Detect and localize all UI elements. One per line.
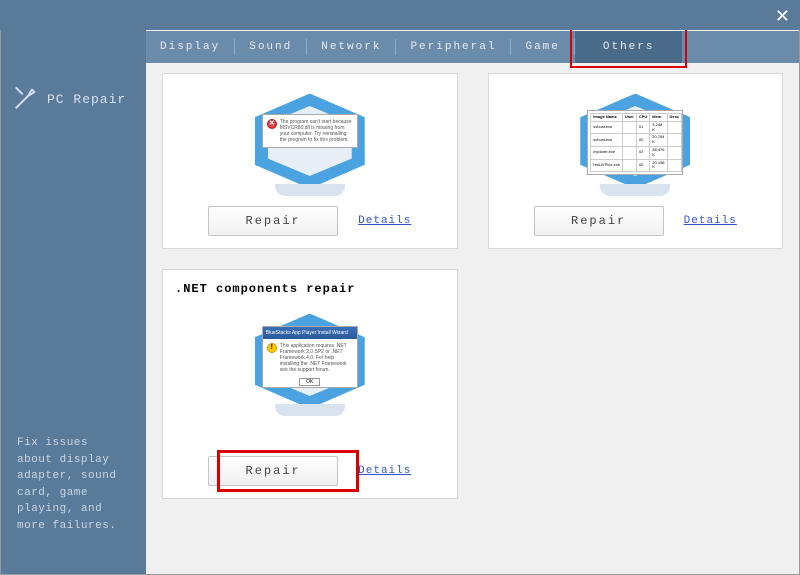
card-thumbnail: ✕ The program can't start because MSVCR8…	[235, 86, 385, 196]
tab-others[interactable]: Others	[575, 31, 683, 63]
sidebar-header: PC Repair	[11, 85, 136, 113]
card-grid: ✕ The program can't start because MSVCR8…	[146, 63, 799, 574]
repair-button[interactable]: Repair	[534, 206, 664, 236]
tab-sound[interactable]: Sound	[235, 31, 306, 63]
sidebar: PC Repair Fix issues about display adapt…	[1, 1, 146, 574]
card-thumbnail: BlueStacks App Player Install Wizard ! T…	[235, 306, 385, 416]
tab-network[interactable]: Network	[307, 31, 395, 63]
title-bar: ✕	[0, 0, 800, 30]
tab-peripheral[interactable]: Peripheral	[396, 31, 510, 63]
repair-card: Image NameUserCPUMemDesc svhost.exe013,2…	[488, 73, 784, 249]
repair-card: ✕ The program can't start because MSVCR8…	[162, 73, 458, 249]
tab-display[interactable]: Display	[146, 31, 234, 63]
app-window: ✕ PC Repair Fix issues about display ada…	[0, 0, 800, 575]
details-link[interactable]: Details	[684, 215, 737, 227]
tab-game[interactable]: Game	[511, 31, 573, 63]
tools-icon	[11, 85, 39, 113]
card-thumbnail: Image NameUserCPUMemDesc svhost.exe013,2…	[560, 86, 710, 196]
warning-icon: !	[267, 343, 277, 353]
tab-bar: Display Sound Network Peripheral Game Ot…	[146, 31, 799, 63]
details-link[interactable]: Details	[358, 465, 411, 477]
repair-button[interactable]: Repair	[208, 456, 338, 486]
main-panel: Display Sound Network Peripheral Game Ot…	[146, 1, 799, 574]
sidebar-title: PC Repair	[47, 92, 126, 107]
repair-button[interactable]: Repair	[208, 206, 338, 236]
sidebar-description: Fix issues about display adapter, sound …	[17, 435, 130, 534]
details-link[interactable]: Details	[358, 215, 411, 227]
dialog-titlebar: BlueStacks App Player Install Wizard	[263, 327, 357, 339]
close-icon[interactable]: ✕	[775, 6, 790, 27]
card-title: .NET components repair	[175, 282, 445, 296]
error-icon: ✕	[267, 119, 277, 129]
repair-card-net: .NET components repair BlueStacks App Pl…	[162, 269, 458, 499]
